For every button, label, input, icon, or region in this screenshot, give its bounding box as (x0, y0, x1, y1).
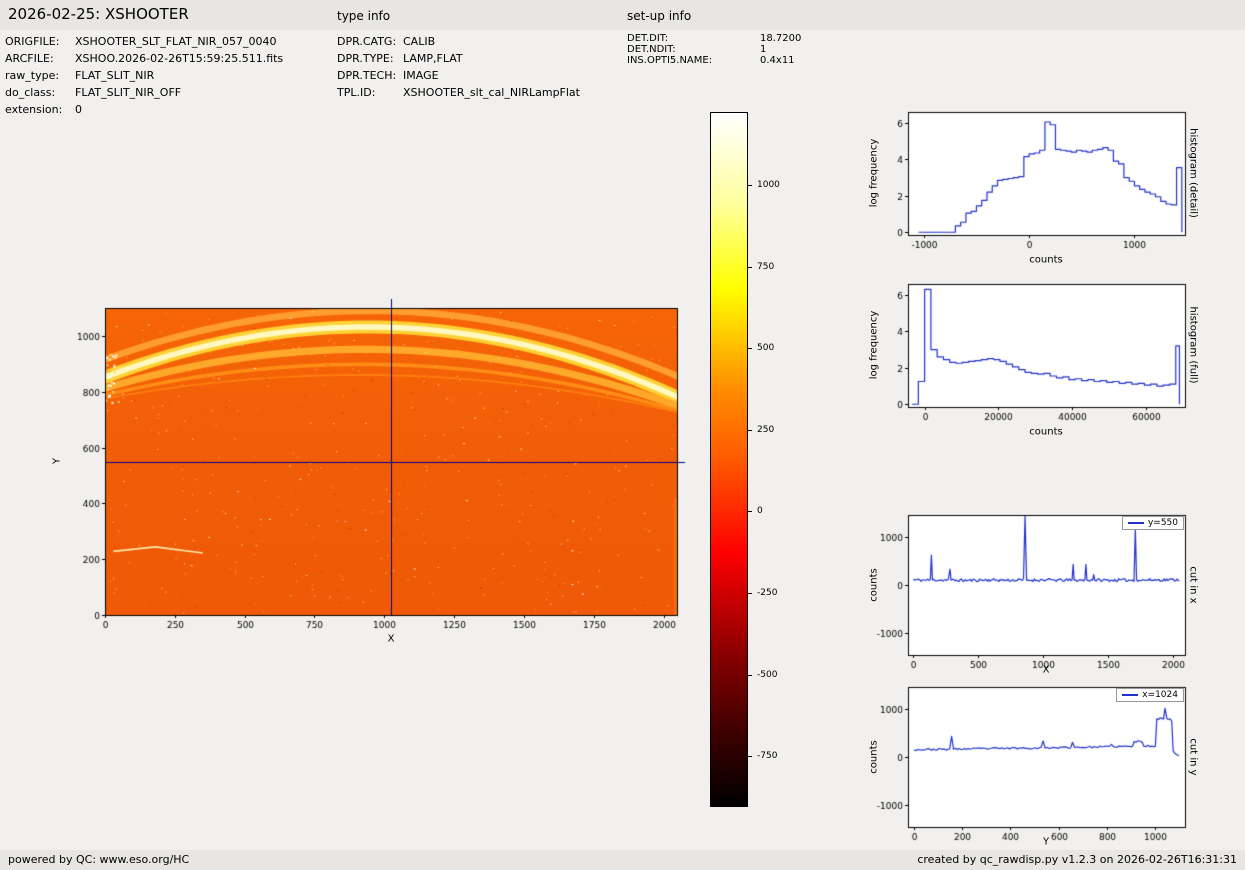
metadata-value: IMAGE (403, 69, 439, 82)
metadata-row: TPL.ID: XSHOOTER_slt_cal_NIRLampFlat (337, 84, 580, 101)
colorbar-tick-label: 1000 (757, 180, 780, 191)
metadata-label: INS.OPTI5.NAME: (627, 55, 713, 66)
setup-info-heading: set-up info (627, 9, 692, 23)
metadata-label: do_class: (5, 86, 56, 99)
legend-line-swatch (1127, 522, 1144, 524)
metadata-value: XSHOO.2026-02-26T15:59:25.511.fits (75, 52, 284, 65)
metadata-value: 18.7200 (760, 33, 802, 44)
metadata-label: DET.DIT: (627, 33, 669, 44)
metadata-value: FLAT_SLIT_NIR_OFF (75, 86, 182, 99)
metadata-label: DET.NDIT: (627, 44, 676, 55)
metadata-row: extension: 0 (5, 101, 283, 118)
metadata-row: DET.NDIT: 1 (627, 44, 801, 55)
colorbar-tick-label: -250 (757, 588, 778, 599)
cutx-yaxis-label: counts (868, 568, 880, 602)
footer-band: powered by QC: www.eso.org/HC created by… (0, 850, 1245, 870)
metadata-file-block: ORIGFILE: XSHOOTER_SLT_FLAT_NIR_057_0040 A… (5, 33, 283, 118)
metadata-row: ARCFILE: XSHOO.2026-02-26T15:59:25.511.fi… (5, 50, 283, 67)
metadata-value: FLAT_SLIT_NIR (75, 69, 155, 82)
colorbar-tick (748, 429, 752, 431)
cuty-xaxis-label: Y (1042, 836, 1050, 848)
colorbar-tick-label: -500 (757, 669, 778, 680)
histogram-detail-panel: counts log frequency histogram (detail) (860, 100, 1200, 270)
footer-created-by: created by qc_rawdisp.py v1.2.3 on 2026-… (917, 853, 1237, 866)
cuty-legend: x=1024 (1116, 688, 1184, 702)
colorbar-tick (748, 185, 752, 187)
histogram-full-canvas (860, 272, 1200, 442)
main-xaxis-label: X (387, 633, 395, 645)
metadata-row: DPR.TECH: IMAGE (337, 67, 580, 84)
metadata-label: DPR.CATG: (337, 35, 397, 48)
main-yaxis-label: Y (51, 457, 63, 465)
metadata-row: raw_type: FLAT_SLIT_NIR (5, 67, 283, 84)
metadata-value: XSHOOTER_slt_cal_NIRLampFlat (403, 86, 580, 99)
cutx-xaxis-label: X (1042, 664, 1050, 676)
page-title: 2026-02-25: XSHOOTER (8, 5, 189, 23)
colorbar-tick-label: 750 (757, 261, 775, 272)
histd-side-label: histogram (detail) (1187, 128, 1199, 218)
colorbar-tick (748, 348, 752, 350)
metadata-row: INS.OPTI5.NAME: 0.4x11 (627, 55, 801, 66)
metadata-label: extension: (5, 103, 63, 116)
colorbar-tick (748, 674, 752, 676)
metadata-row: do_class: FLAT_SLIT_NIR_OFF (5, 84, 283, 101)
metadata-label: DPR.TYPE: (337, 52, 394, 65)
metadata-value: 0 (75, 103, 82, 116)
colorbar-tick-label: 500 (757, 343, 775, 354)
colorbar: 1000 750 500 250 0 -250 -500 -750 (710, 112, 810, 807)
colorbar-tick (748, 511, 752, 513)
legend-label: x=1024 (1142, 690, 1178, 700)
metadata-type-block: DPR.CATG: CALIB DPR.TYPE: LAMP,FLAT DPR.TECH… (337, 33, 580, 101)
colorbar-tick-label: -750 (757, 751, 778, 762)
metadata-label: ARCFILE: (5, 52, 54, 65)
cuty-side-label: cut in y (1187, 738, 1199, 776)
metadata-label: raw_type: (5, 69, 60, 82)
colorbar-tick-label: 0 (757, 506, 763, 517)
histogram-detail-canvas (860, 100, 1200, 270)
metadata-value: 0.4x11 (760, 55, 795, 66)
colorbar-gradient (710, 112, 748, 807)
cut-in-y-panel: Y counts cut in y x=1024 (860, 675, 1200, 850)
histd-xaxis-label: counts (1029, 254, 1063, 266)
histf-yaxis-label: log frequency (868, 310, 880, 380)
metadata-value: 1 (760, 44, 767, 55)
metadata-value: XSHOOTER_SLT_FLAT_NIR_057_0040 (75, 35, 277, 48)
footer-qc-link: powered by QC: www.eso.org/HC (8, 853, 190, 866)
colorbar-tick-label: 250 (757, 424, 775, 435)
histf-xaxis-label: counts (1029, 426, 1063, 438)
metadata-label: DPR.TECH: (337, 69, 397, 82)
cutx-legend: y=550 (1121, 516, 1184, 530)
colorbar-tick (748, 756, 752, 758)
cutx-side-label: cut in x (1187, 566, 1199, 604)
raw-frame-canvas (40, 295, 700, 660)
metadata-setup-block: DET.DIT: 18.7200 DET.NDIT: 1 INS.OPTI5.NAME:… (627, 33, 801, 66)
histogram-full-panel: counts log frequency histogram (full) (860, 272, 1200, 442)
metadata-value: CALIB (403, 35, 436, 48)
histd-yaxis-label: log frequency (868, 138, 880, 208)
type-info-heading: type info (337, 9, 391, 23)
qc-report-page: 2026-02-25: XSHOOTER type info set-up in… (0, 0, 1245, 870)
cut-in-x-panel: X counts cut in x y=550 (860, 503, 1200, 678)
metadata-value: LAMP,FLAT (403, 52, 463, 65)
metadata-label: TPL.ID: (337, 86, 376, 99)
metadata-row: DET.DIT: 18.7200 (627, 33, 801, 44)
metadata-row: DPR.TYPE: LAMP,FLAT (337, 50, 580, 67)
metadata-row: DPR.CATG: CALIB (337, 33, 580, 50)
metadata-row: ORIGFILE: XSHOOTER_SLT_FLAT_NIR_057_0040 (5, 33, 283, 50)
legend-line-swatch (1122, 694, 1139, 696)
histf-side-label: histogram (full) (1187, 306, 1199, 384)
cuty-yaxis-label: counts (868, 740, 880, 774)
colorbar-tick (748, 593, 752, 595)
legend-label: y=550 (1147, 518, 1178, 528)
raw-frame-panel: X Y (40, 295, 700, 660)
colorbar-tick (748, 266, 752, 268)
metadata-label: ORIGFILE: (5, 35, 60, 48)
